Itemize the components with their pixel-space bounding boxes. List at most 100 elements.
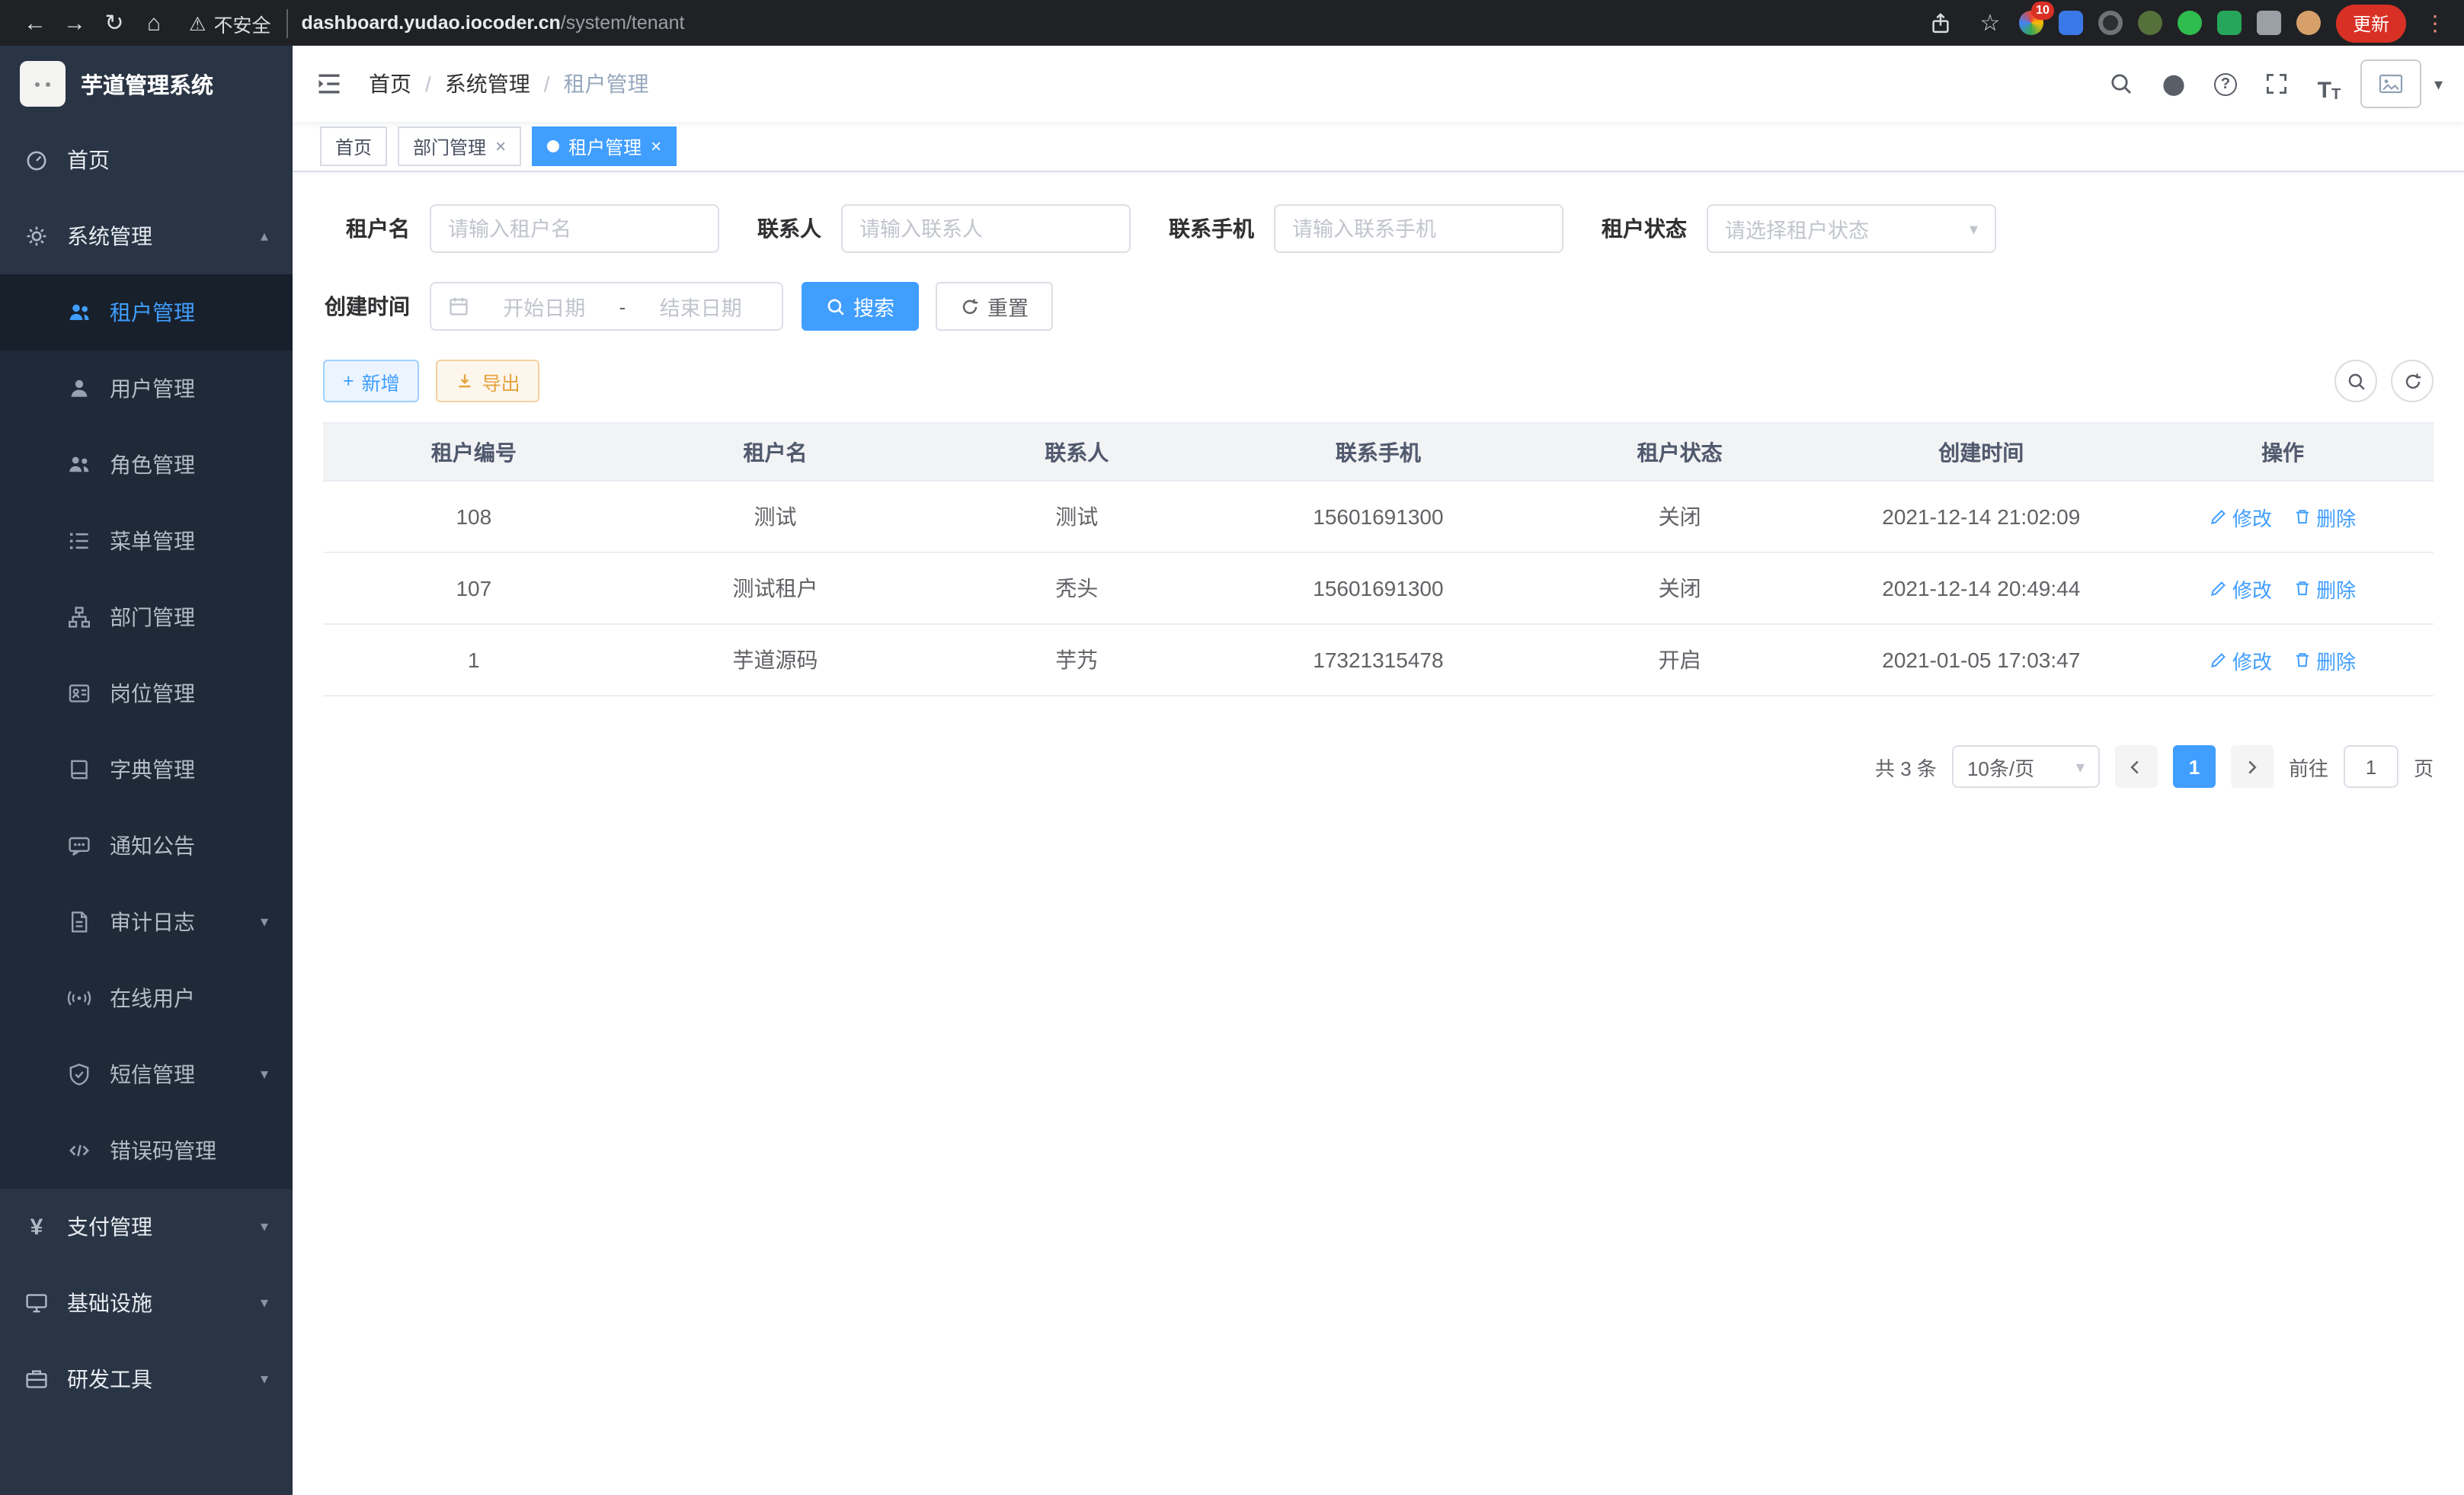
user-avatar[interactable] [2361,59,2422,108]
tenant-name-input[interactable] [448,217,701,240]
browser-menu-icon[interactable]: ⋮ [2421,10,2449,36]
table-header-row: 租户编号 租户名 联系人 联系手机 租户状态 创建时间 操作 [323,423,2434,481]
fullscreen-icon[interactable] [2258,64,2297,104]
sidebar-item-dict[interactable]: 字典管理 [0,731,293,808]
sidebar-item-role[interactable]: 角色管理 [0,427,293,503]
chevron-down-icon: ▾ [1970,219,1978,238]
back-button[interactable]: ← [15,5,55,41]
goto-page-input[interactable] [2344,745,2398,788]
chevron-down-icon: ▾ [261,1371,268,1388]
extension-icon-blue[interactable] [2059,11,2083,35]
page-size-select[interactable]: 10条/页 ▾ [1952,745,2100,788]
sidebar: 芋道管理系统 首页 系统管理 ▴ 租户管理 用户管理 角色管理 菜单管理 [0,46,293,1495]
book-icon [67,757,91,782]
tab-dept[interactable]: 部门管理 × [398,126,521,166]
sidebar-item-system[interactable]: 系统管理 ▴ [0,198,293,274]
search-button[interactable]: 搜索 [802,282,919,331]
next-page-button[interactable] [2231,745,2274,788]
tab-tenant[interactable]: 租户管理 × [532,126,677,166]
export-button[interactable]: 导出 [437,360,540,402]
reset-button[interactable]: 重置 [936,282,1053,331]
security-status[interactable]: ⚠ 不安全 [189,8,287,37]
sidebar-item-home[interactable]: 首页 [0,122,293,198]
shield-icon [67,1062,91,1087]
sidebar-item-payment[interactable]: ¥ 支付管理 ▾ [0,1189,293,1265]
chrome-update-button[interactable]: 更新 [2336,4,2406,42]
add-button[interactable]: + 新增 [323,360,420,402]
extension-icon-green-chat[interactable] [2217,11,2242,35]
org-tree-icon [67,605,91,629]
status-text: 关闭 [1529,552,1831,624]
breadcrumb-home[interactable]: 首页 [369,69,411,99]
sidebar-item-infra[interactable]: 基础设施 ▾ [0,1265,293,1341]
dashboard-icon [24,148,49,172]
plus-icon: + [343,370,354,392]
sidebar-item-post[interactable]: 岗位管理 [0,655,293,731]
extension-icon-olive[interactable] [2138,11,2162,35]
delete-button[interactable]: 删除 [2293,502,2356,531]
col-phone: 联系手机 [1227,423,1529,481]
table-row: 1 芋道源码 芋艿 17321315478 开启 2021-01-05 17:0… [323,624,2434,696]
page-number-button[interactable]: 1 [2173,745,2216,788]
prev-page-button[interactable] [2115,745,2158,788]
id-badge-icon [67,681,91,706]
search-icon[interactable] [2102,64,2142,104]
sidebar-item-tenant[interactable]: 租户管理 [0,274,293,351]
tab-home[interactable]: 首页 [320,126,387,166]
calendar-icon [448,296,469,317]
delete-button[interactable]: 删除 [2293,645,2356,674]
sidebar-item-user[interactable]: 用户管理 [0,351,293,427]
goto-label: 前往 [2289,752,2328,781]
forward-button[interactable]: → [55,5,94,41]
app-logo[interactable]: 芋道管理系统 [0,46,293,122]
sidebar-toggle-icon[interactable] [293,46,366,122]
close-icon[interactable]: × [651,137,661,155]
sidebar-item-menu[interactable]: 菜单管理 [0,503,293,579]
breadcrumb: 首页 / 系统管理 / 租户管理 [369,69,649,99]
extension-icon-colorful[interactable]: 10 [2019,11,2043,35]
help-icon[interactable]: ? [2206,64,2245,104]
bookmark-star-icon[interactable]: ☆ [1976,5,2004,41]
col-tenant-id: 租户编号 [323,423,625,481]
avatar-caret-icon[interactable]: ▾ [2434,74,2443,94]
share-icon[interactable] [1922,3,1961,43]
profile-avatar-icon[interactable] [2296,11,2321,35]
sidebar-item-error-code[interactable]: 错误码管理 [0,1112,293,1189]
top-navbar: 首页 / 系统管理 / 租户管理 ? TT ▾ [293,46,2464,122]
date-range-picker[interactable]: 开始日期 - 结束日期 [430,282,783,331]
sidebar-item-devtools[interactable]: 研发工具 ▾ [0,1341,293,1417]
status-text: 开启 [1529,624,1831,696]
delete-button[interactable]: 删除 [2293,574,2356,603]
sidebar-item-audit-log[interactable]: 审计日志 ▾ [0,884,293,960]
edit-button[interactable]: 修改 [2210,645,2272,674]
warning-icon: ⚠ [189,11,206,34]
date-start-placeholder: 开始日期 [480,291,609,322]
status-text: 关闭 [1529,481,1831,552]
edit-button[interactable]: 修改 [2210,574,2272,603]
sidebar-item-notice[interactable]: 通知公告 [0,808,293,884]
github-icon[interactable] [2154,64,2194,104]
reload-button[interactable]: ↻ [94,5,134,41]
chevron-up-icon: ▴ [261,228,268,245]
address-bar[interactable]: ⚠ 不安全 dashboard.yudao.iocoder.cn/system/… [189,8,684,37]
font-size-icon[interactable]: TT [2309,64,2349,104]
refresh-button[interactable] [2391,360,2434,402]
breadcrumb-system[interactable]: 系统管理 [445,69,530,99]
pagination: 共 3 条 10条/页 ▾ 1 前往 页 [323,745,2434,788]
sidebar-item-dept[interactable]: 部门管理 [0,579,293,655]
contact-input[interactable] [859,217,1112,240]
extensions-puzzle-icon[interactable] [2257,11,2281,35]
sidebar-item-online-user[interactable]: 在线用户 [0,960,293,1036]
close-icon[interactable]: × [495,137,506,155]
extension-icon-green-circle[interactable] [2178,11,2202,35]
status-select[interactable]: 请选择租户状态 ▾ [1707,204,1996,253]
browser-toolbar: ← → ↻ ⌂ ⚠ 不安全 dashboard.yudao.iocoder.cn… [0,0,2464,46]
sidebar-item-sms[interactable]: 短信管理 ▾ [0,1036,293,1112]
tenant-table: 租户编号 租户名 联系人 联系手机 租户状态 创建时间 操作 108 测试 测试… [323,422,2434,696]
home-button[interactable]: ⌂ [134,5,174,41]
edit-button[interactable]: 修改 [2210,502,2272,531]
phone-input[interactable] [1292,217,1545,240]
extension-icon-dark[interactable] [2098,11,2123,35]
toggle-search-button[interactable] [2334,360,2377,402]
total-count: 共 3 条 [1875,752,1937,781]
